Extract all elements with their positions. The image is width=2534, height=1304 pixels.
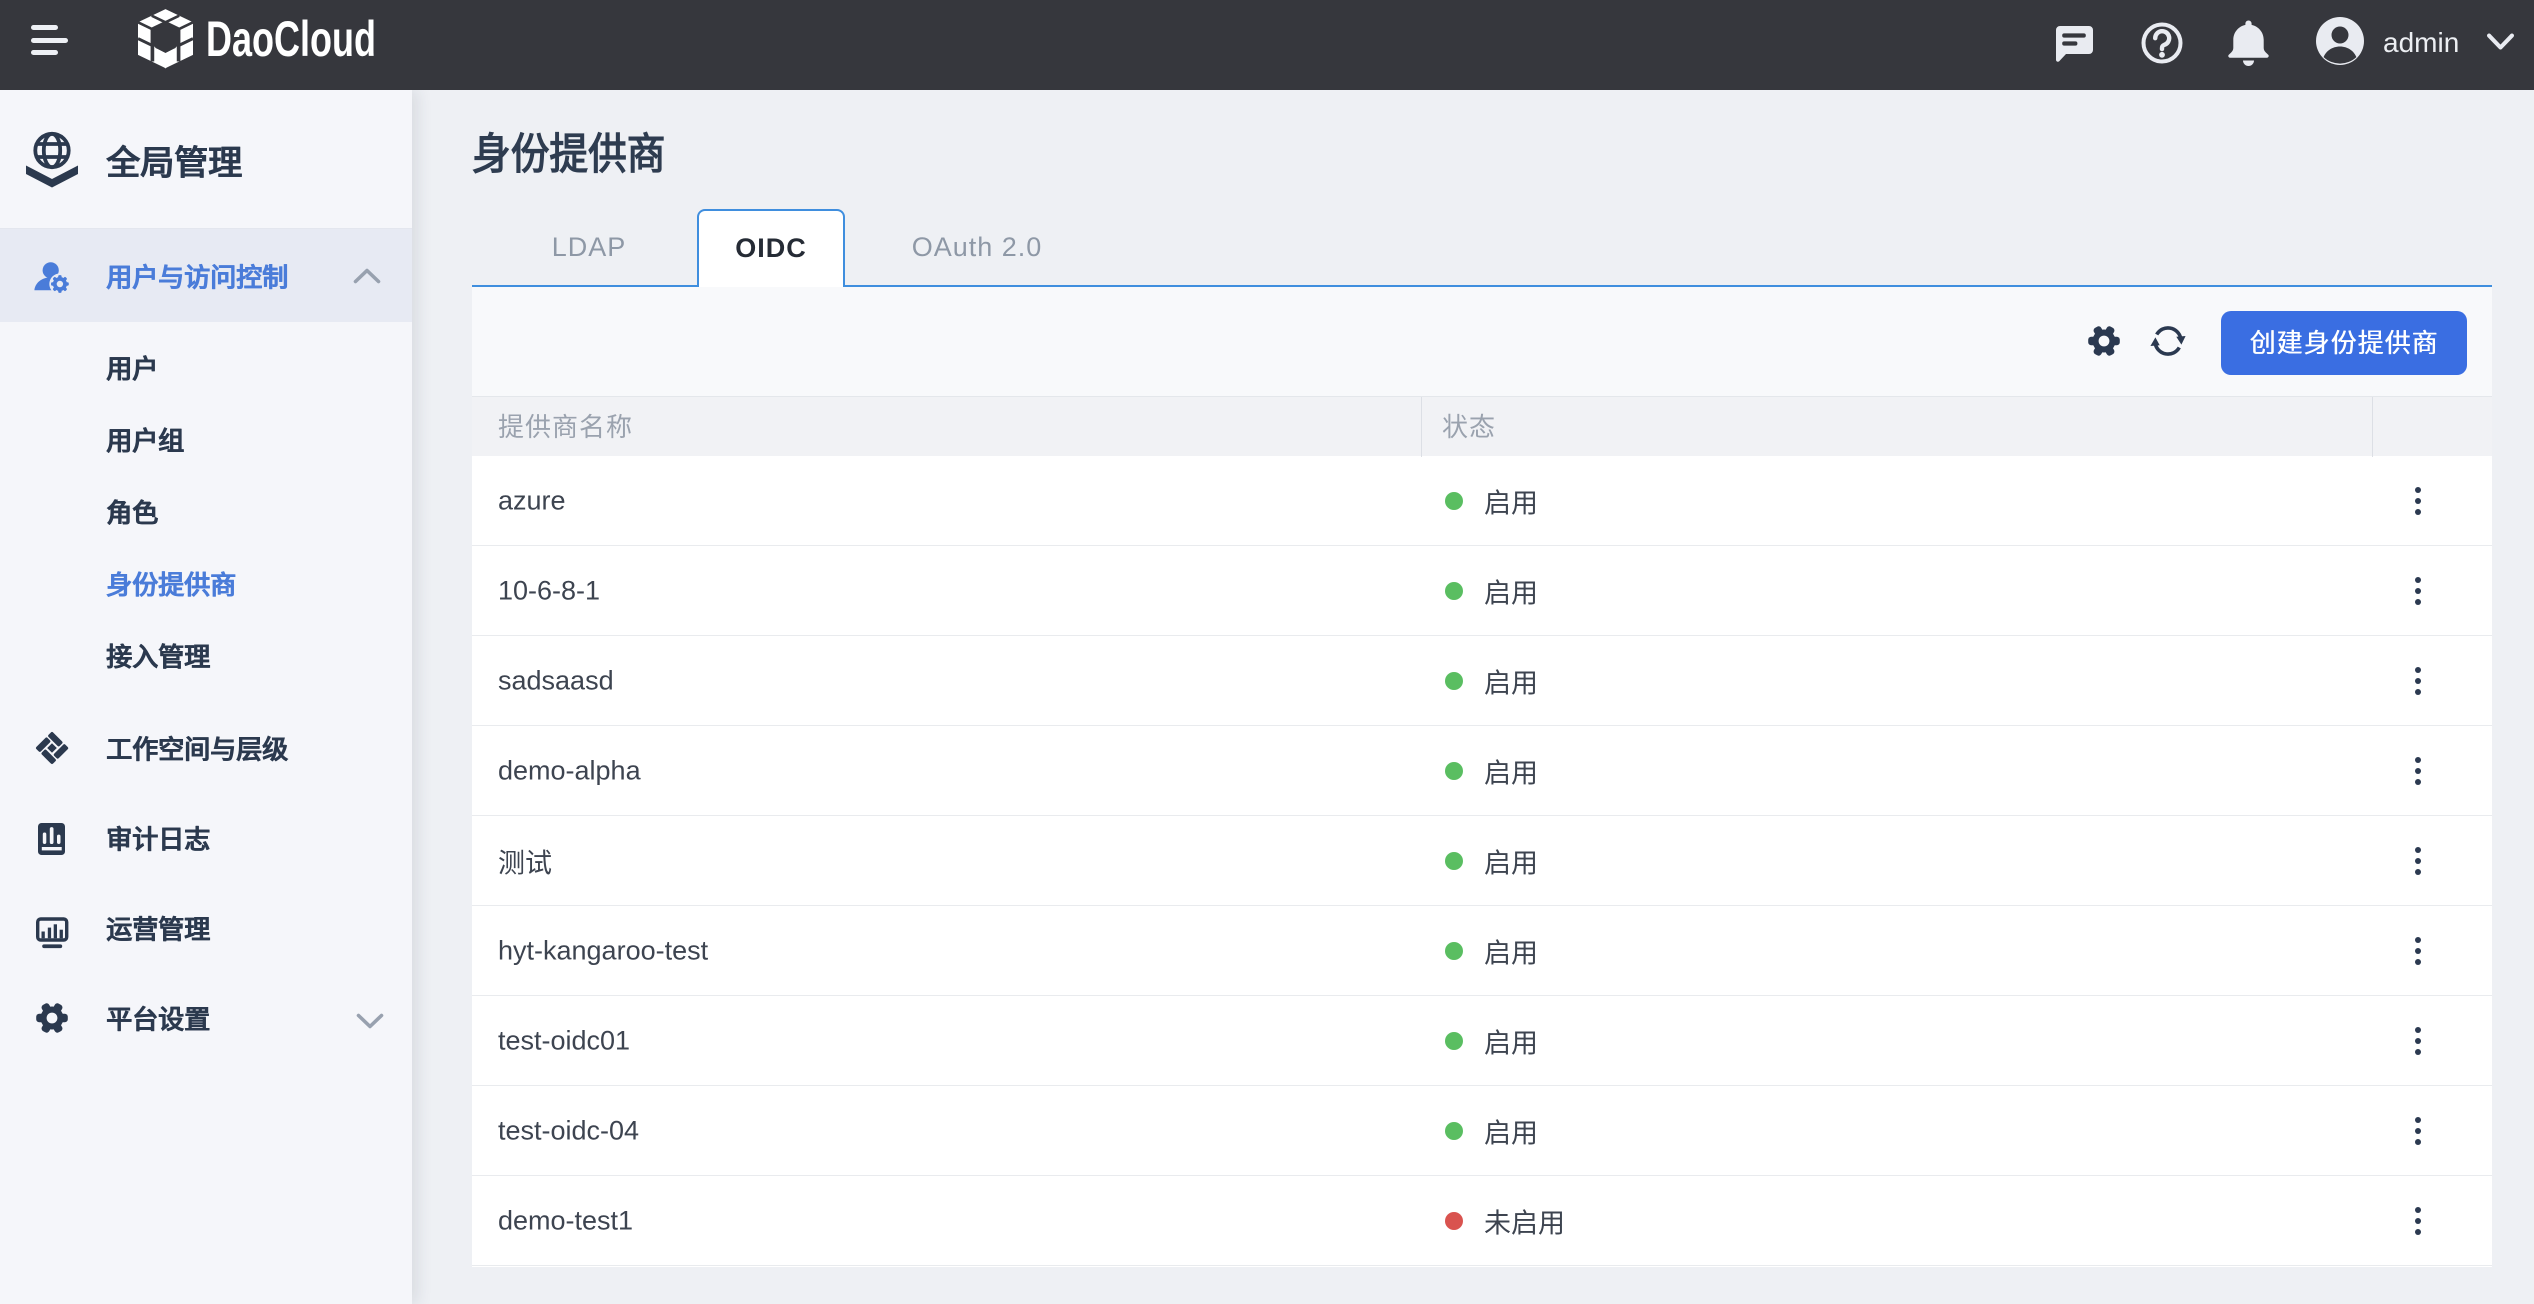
svg-text:DaoCloud: DaoCloud — [206, 10, 376, 67]
